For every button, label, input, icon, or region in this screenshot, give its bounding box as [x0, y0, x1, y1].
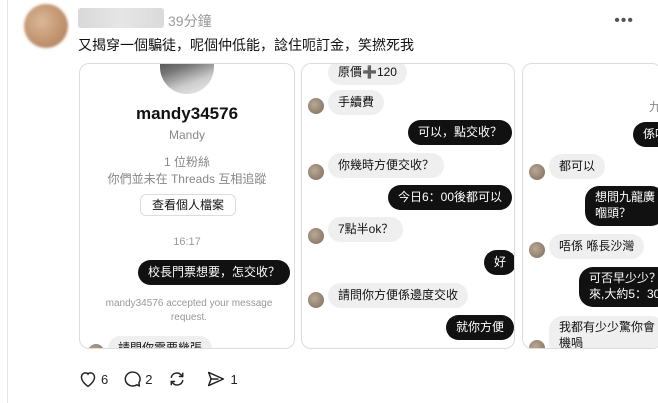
sender-avatar: [308, 292, 324, 308]
repost-icon: [171, 372, 184, 386]
message-in: 請問你需要幾張: [108, 336, 213, 348]
message-in: 都可以: [549, 154, 606, 179]
message-out: 今日6：00後都可以: [388, 185, 513, 210]
profile-name: Mandy: [168, 128, 206, 142]
share-button[interactable]: 1: [205, 370, 238, 388]
like-count: 6: [101, 371, 109, 387]
view-profile-button[interactable]: 查看個人檔案: [140, 194, 236, 216]
send-icon: [208, 371, 225, 387]
sender-avatar: [308, 164, 324, 180]
partial-text: 九: [649, 98, 658, 115]
message-line: 可否早少少？: [589, 271, 658, 285]
message-in: 唔係 喺長沙灣: [549, 234, 645, 259]
message-out: 校長門票想要，怎交收？: [138, 260, 291, 285]
profile-mutual-status: 你們並未在 Threads 互相追蹤: [107, 172, 267, 186]
message-out: 可以，點交收？: [408, 120, 513, 145]
message-in: 請問你方便係邊度交收: [328, 283, 469, 308]
author-username-redacted[interactable]: [78, 8, 164, 28]
repost-button[interactable]: [166, 370, 191, 388]
sender-avatar: [529, 340, 545, 348]
post-actions: 6 2 1: [78, 370, 252, 388]
post-caption: 又揭穿一個騙徒，呢個仲低能，諗住呃訂金，笑撚死我: [78, 37, 414, 53]
like-button[interactable]: 6: [78, 370, 108, 388]
message-out: 就你方便: [446, 315, 514, 340]
sender-avatar: [88, 344, 104, 348]
message-in: 原價➕120: [328, 64, 407, 85]
profile-photo: [160, 64, 214, 94]
share-count: 1: [230, 371, 238, 387]
comment-button[interactable]: 2: [122, 370, 152, 388]
profile-followers: 1 位粉絲: [163, 155, 210, 169]
message-out: 好: [484, 250, 514, 275]
heart-icon: [80, 372, 96, 388]
message-line: 想問九龍廣: [595, 190, 656, 204]
message-out-multiline: 想問九龍廣 嗰頭？: [585, 186, 658, 226]
chat-time: 16:17: [173, 236, 201, 248]
message-line: 來,大約5：30: [589, 287, 658, 301]
sender-avatar: [529, 242, 545, 258]
message-in: 7點半ok？: [328, 217, 404, 242]
message-line: 機喎: [559, 336, 584, 349]
comment-icon: [124, 371, 142, 387]
message-in-multiline: 我都有少少驚你會 機喎: [549, 316, 658, 349]
message-out: 係呀: [633, 122, 658, 147]
sender-avatar: [308, 98, 324, 114]
sender-avatar: [308, 228, 324, 244]
comment-count: 2: [145, 371, 153, 387]
sender-avatar: [529, 164, 545, 180]
profile-handle: mandy34576: [135, 104, 239, 123]
post-timestamp: 39分鐘: [168, 13, 212, 29]
message-line: 嗰頭？: [595, 206, 632, 220]
screenshot-card-1[interactable]: mandy34576 Mandy 1 位粉絲 你們並未在 Threads 互相追…: [79, 63, 295, 349]
message-in: 你幾時方便交收？: [328, 153, 445, 178]
message-in: 手續費: [328, 90, 385, 115]
left-divider: [7, 0, 8, 403]
more-options-button[interactable]: •••: [614, 12, 634, 30]
screenshot-card-2[interactable]: 原價➕120 手續費 可以，點交收？ 你幾時方便交收？ 今日6：00後都可以 7…: [301, 63, 515, 349]
message-out-multiline: 可否早少少？ 來,大約5：30: [579, 267, 658, 307]
author-avatar[interactable]: [24, 4, 68, 48]
screenshot-card-3[interactable]: 九 係呀 都可以 想問九龍廣 嗰頭？ 唔係 喺長沙灣 可否早少少？ 來,大約5：…: [522, 63, 658, 349]
message-line: 我都有少少驚你會: [559, 320, 656, 334]
request-accepted-note: mandy34576 accepted your message request…: [105, 298, 273, 323]
